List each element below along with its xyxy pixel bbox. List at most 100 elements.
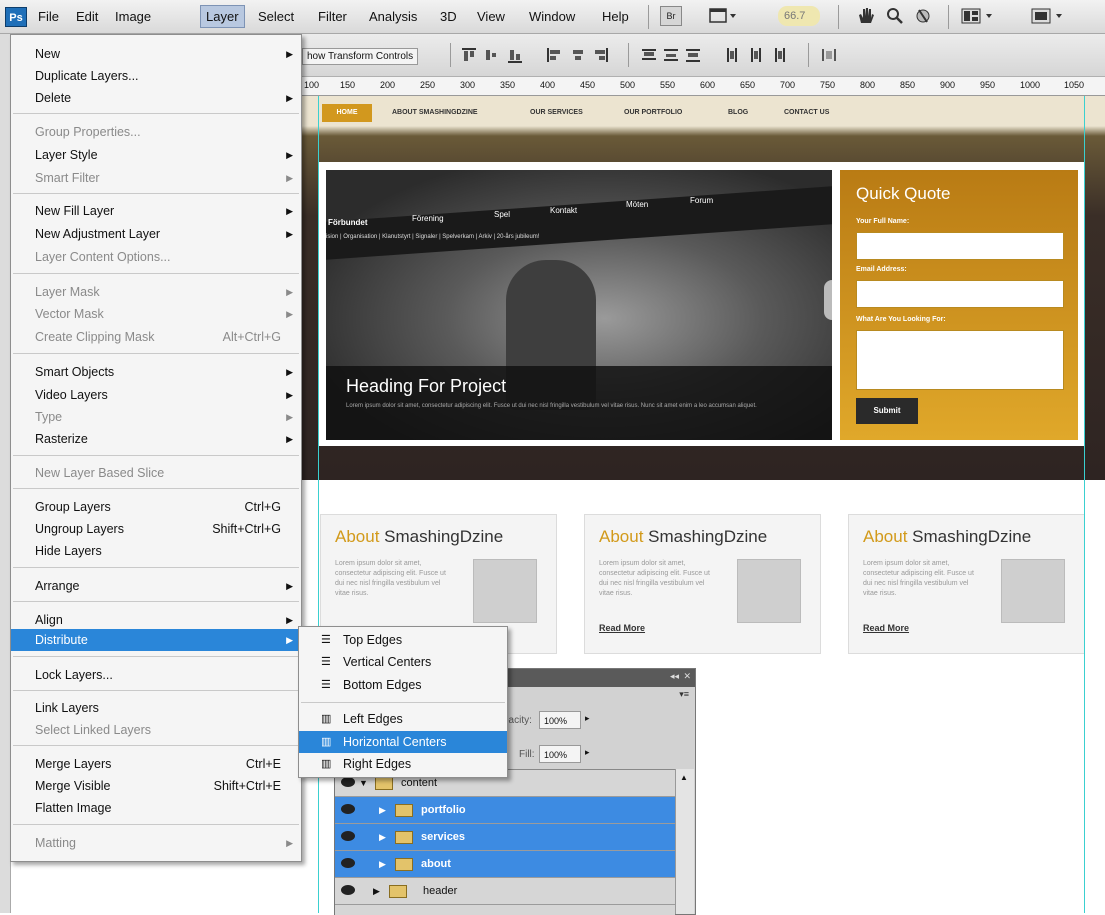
menu-separator [13,455,299,456]
menu-shortcut: Shift+Ctrl+E [213,779,281,793]
arrange-documents-icon[interactable] [960,6,996,26]
close-panel-icon[interactable]: ✕ [683,671,691,682]
menu-item-vector-mask[interactable]: Vector Mask ▶ [11,303,301,325]
menu-item-video-layers[interactable]: Video Layers ▶ [11,384,301,406]
menu-separator [13,656,299,657]
layer-row-portfolio[interactable]: ▶ portfolio [335,797,675,824]
expand-arrow-icon[interactable]: ▶ [379,824,386,850]
visibility-eye-icon[interactable] [341,831,355,841]
ruler-tick: 600 [700,80,716,90]
menu-item-layer-content-options[interactable]: Layer Content Options... [11,246,301,268]
menu-item-matting[interactable]: Matting ▶ [11,832,301,854]
submenu-item-right-edges[interactable]: ▥ Right Edges [299,753,507,775]
expand-arrow-icon[interactable]: ▶ [379,851,386,877]
menu-item-new-adjustment-layer[interactable]: New Adjustment Layer ▶ [11,223,301,245]
menu-item-arrange[interactable]: Arrange ▶ [11,575,301,597]
menu-filter[interactable]: Filter [318,9,347,24]
menu-item-group-properties[interactable]: Group Properties... [11,121,301,143]
layer-row-header[interactable]: ▶ header [335,878,675,905]
submenu-item-label: Vertical Centers [343,655,432,669]
menu-item-create-clipping-mask[interactable]: Create Clipping Mask Alt+Ctrl+G [11,326,301,348]
slider-nav-item: Kontakt [550,206,578,215]
menu-file[interactable]: File [38,9,59,24]
rotate-view-icon[interactable] [913,6,933,26]
menu-3d[interactable]: 3D [440,9,457,24]
screen-layout-icon[interactable] [1030,6,1066,26]
collapse-panel-icon[interactable]: ◂◂ [670,671,679,682]
menu-item-hide-layers[interactable]: Hide Layers [11,540,301,562]
ruler-tick: 400 [540,80,556,90]
menu-item-layer-mask[interactable]: Layer Mask ▶ [11,281,301,303]
align-left-edges-icon[interactable] [545,46,620,64]
menu-edit[interactable]: Edit [76,9,98,24]
visibility-eye-icon[interactable] [341,777,355,787]
expand-arrow-icon[interactable]: ▶ [373,878,380,904]
distribute-submenu: ☰ Top Edges ☰ Vertical Centers ☰ Bottom Edg… [298,626,508,778]
menu-item-rasterize[interactable]: Rasterize ▶ [11,428,301,450]
screen-mode-icon[interactable] [708,6,738,26]
fill-input[interactable]: 100% [539,745,581,763]
panel-menu-icon[interactable]: ▾≡ [679,689,689,700]
hand-tool-icon[interactable] [855,6,875,26]
bridge-icon[interactable]: Br [660,6,682,26]
menu-item-group-layers[interactable]: Group Layers Ctrl+G [11,496,301,518]
layer-row-services[interactable]: ▶ services [335,824,675,851]
menu-item-flatten-image[interactable]: Flatten Image [11,797,301,819]
menu-item-new-fill-layer[interactable]: New Fill Layer ▶ [11,200,301,222]
menu-item-duplicate-layers[interactable]: Duplicate Layers... [11,65,301,87]
photoshop-logo[interactable]: Ps [5,7,27,27]
layers-scrollbar[interactable]: ▲ [675,769,694,914]
menu-item-new-layer-based-slice[interactable]: New Layer Based Slice [11,462,301,484]
menu-item-merge-visible[interactable]: Merge Visible Shift+Ctrl+E [11,775,301,797]
layer-row-about[interactable]: ▶ about [335,851,675,878]
distribute-left-icon[interactable] [725,46,800,64]
submenu-item-top-edges[interactable]: ☰ Top Edges [299,629,507,651]
visibility-eye-icon[interactable] [341,858,355,868]
menu-item-new[interactable]: New ▶ [11,43,301,65]
menu-item-smart-objects[interactable]: Smart Objects ▶ [11,361,301,383]
about-title-accent: About [599,527,644,546]
align-top-edges-icon[interactable] [460,46,535,64]
submenu-arrow-icon: ▶ [286,434,293,444]
visibility-eye-icon[interactable] [341,804,355,814]
distribute-top-icon[interactable] [640,46,715,64]
menu-image[interactable]: Image [115,9,151,24]
zoom-tool-icon[interactable] [885,6,905,26]
zoom-level-dropdown[interactable]: 66.7 [778,6,820,26]
menu-window[interactable]: Window [529,9,575,24]
menu-analysis[interactable]: Analysis [369,9,417,24]
menu-item-distribute[interactable]: Distribute ▶ [11,629,301,651]
menu-separator [13,273,299,274]
submenu-item-left-edges[interactable]: ▥ Left Edges [299,708,507,730]
expand-arrow-icon[interactable]: ▶ [379,797,386,823]
menu-item-layer-style[interactable]: Layer Style ▶ [11,144,301,166]
menu-bar: Ps File Edit Image Layer Select Filter A… [0,0,1105,34]
visibility-eye-icon[interactable] [341,885,355,895]
menu-item-merge-layers[interactable]: Merge Layers Ctrl+E [11,753,301,775]
quote-email-input [856,280,1064,308]
submenu-item-vertical-centers[interactable]: ☰ Vertical Centers [299,651,507,673]
auto-align-layers-icon[interactable] [820,46,842,64]
menu-item-align[interactable]: Align ▶ [11,609,301,631]
menu-help[interactable]: Help [602,9,629,24]
show-transform-controls-checkbox[interactable]: how Transform Controls [302,48,419,65]
scroll-up-icon[interactable]: ▲ [680,773,688,782]
menu-item-type[interactable]: Type ▶ [11,406,301,428]
opacity-input[interactable]: 100% [539,711,581,729]
menu-view[interactable]: View [477,9,505,24]
menu-item-smart-filter[interactable]: Smart Filter ▶ [11,167,301,189]
menu-item-lock-layers[interactable]: Lock Layers... [11,664,301,686]
fill-arrow-icon[interactable]: ▸ [585,747,590,758]
menu-layer[interactable]: Layer [200,5,245,28]
submenu-arrow-icon: ▶ [286,390,293,400]
submenu-item-horizontal-centers[interactable]: ▥ Horizontal Centers [299,731,507,753]
menu-item-link-layers[interactable]: Link Layers [11,697,301,719]
menu-item-delete[interactable]: Delete ▶ [11,87,301,109]
submenu-item-bottom-edges[interactable]: ☰ Bottom Edges [299,674,507,696]
about-text: Lorem ipsum dolor sit amet, consectetur … [599,560,710,597]
menu-item-ungroup-layers[interactable]: Ungroup Layers Shift+Ctrl+G [11,518,301,540]
submenu-arrow-icon: ▶ [286,49,293,59]
menu-select[interactable]: Select [258,9,294,24]
menu-item-select-linked-layers[interactable]: Select Linked Layers [11,719,301,741]
opacity-arrow-icon[interactable]: ▸ [585,713,590,724]
